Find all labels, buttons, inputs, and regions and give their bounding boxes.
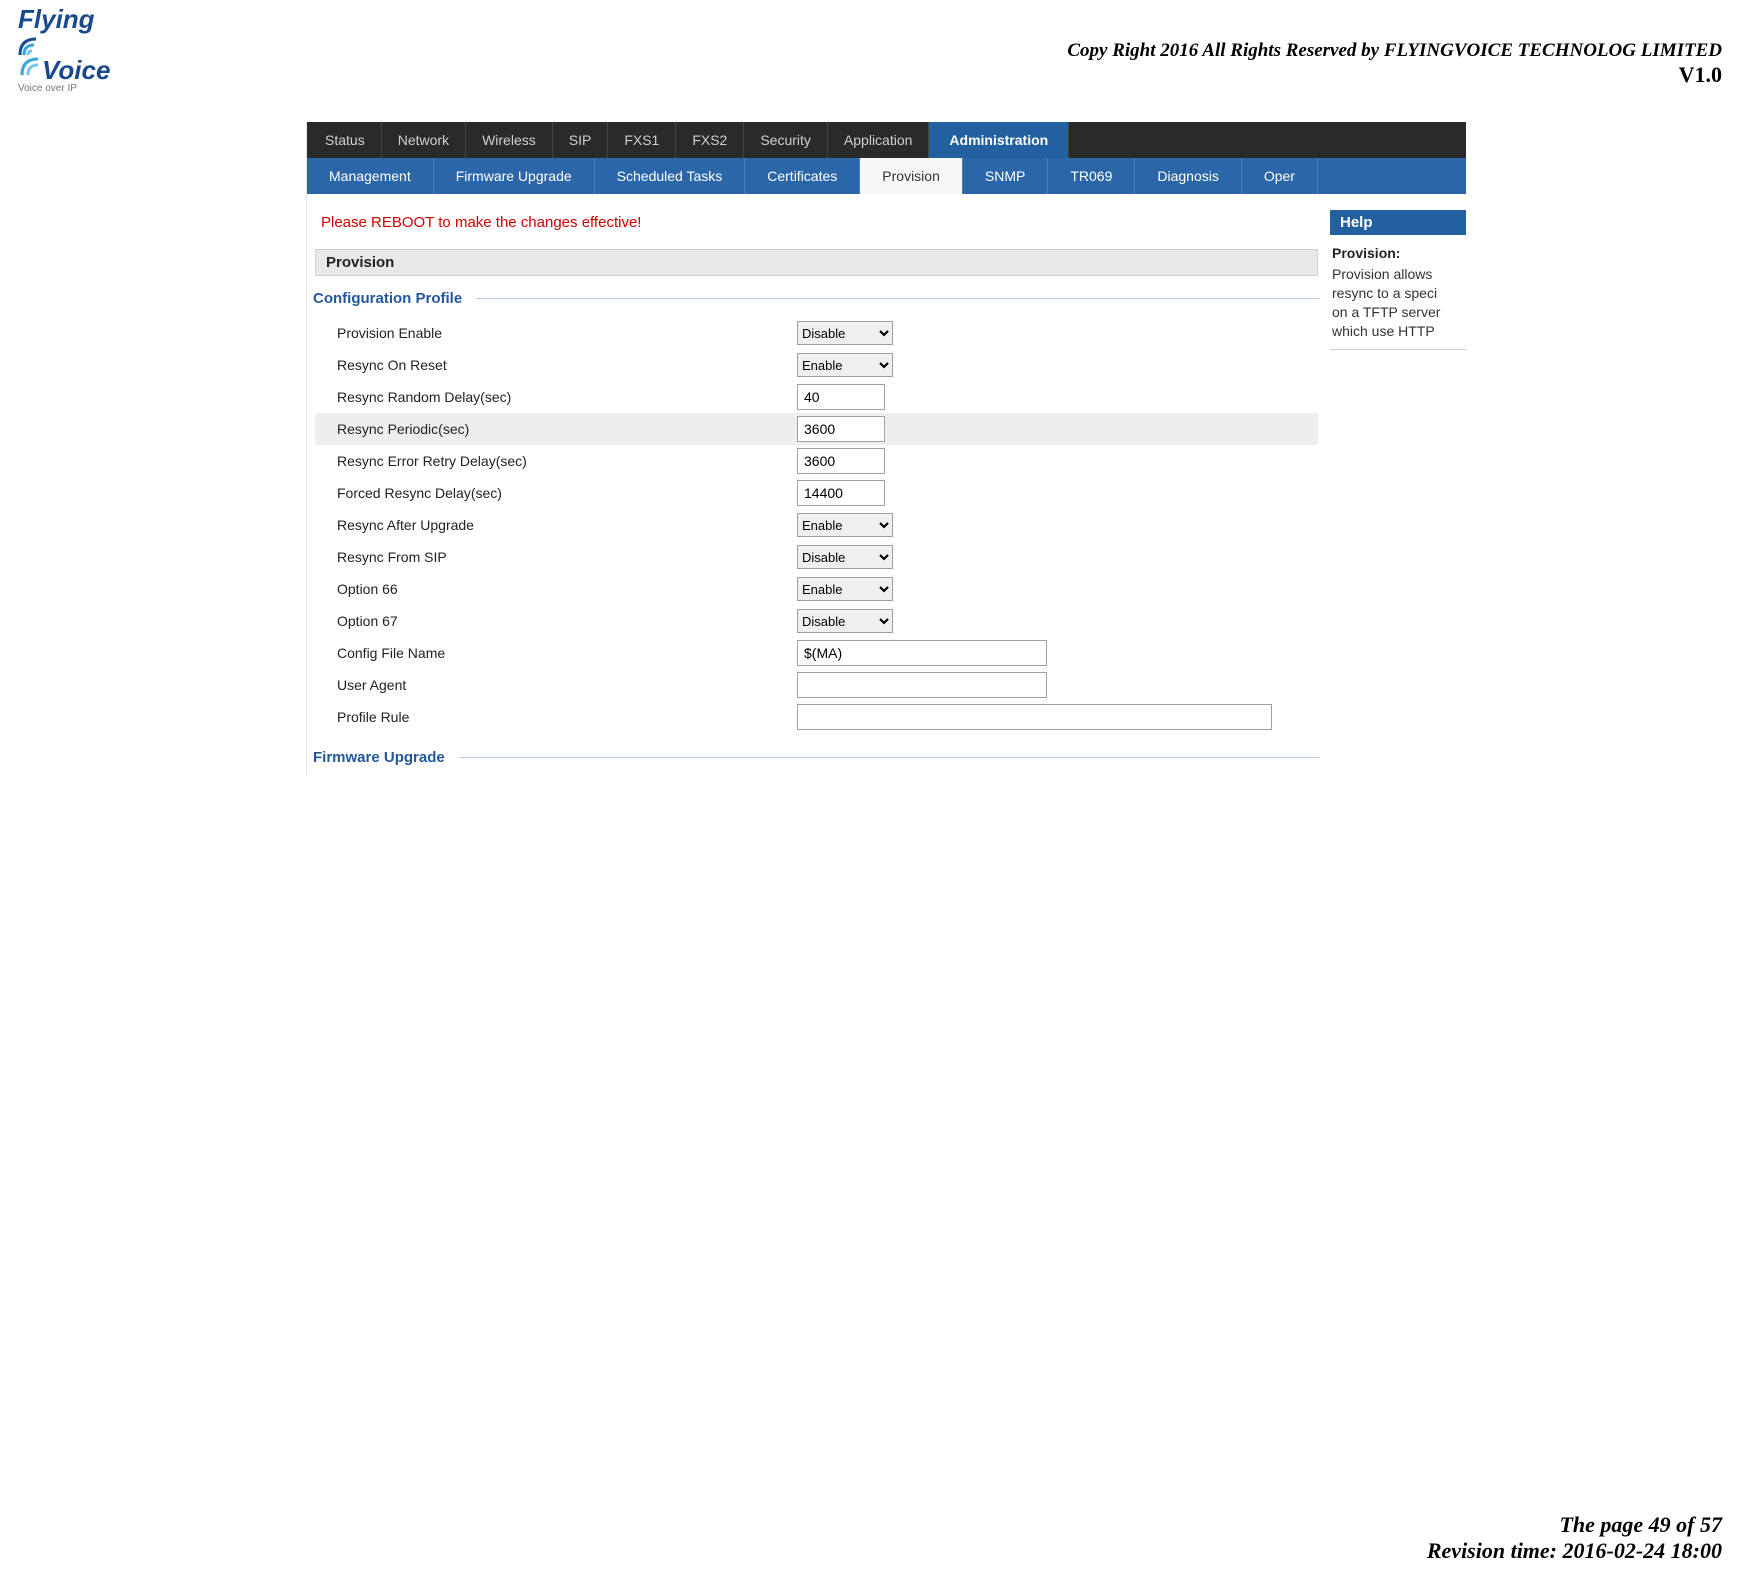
input-forced-resync-delay[interactable] xyxy=(797,480,885,506)
section-config-profile: Configuration Profile xyxy=(307,286,1326,317)
form-row-resync-random-delay: Resync Random Delay(sec) xyxy=(315,381,1318,413)
help-header: Help xyxy=(1330,210,1466,235)
sub-tab-certificates[interactable]: Certificates xyxy=(745,158,860,194)
select-resync-from-sip[interactable]: Disable xyxy=(797,545,893,569)
label-resync-periodic: Resync Periodic(sec) xyxy=(315,421,797,437)
form-row-forced-resync-delay: Forced Resync Delay(sec) xyxy=(315,477,1318,509)
sub-tab-snmp[interactable]: SNMP xyxy=(963,158,1048,194)
section-config-profile-label: Configuration Profile xyxy=(313,290,462,307)
page-footer: The page 49 of 57 Revision time: 2016-02… xyxy=(1427,1512,1722,1564)
logo-line2: Voice xyxy=(42,55,110,85)
help-text-line: on a TFTP server xyxy=(1330,303,1466,322)
label-option-67: Option 67 xyxy=(315,613,797,629)
top-tab-sip[interactable]: SIP xyxy=(553,122,609,158)
logo: Flying Voice Voice over IP xyxy=(18,8,118,94)
main-pane: Please REBOOT to make the changes effect… xyxy=(307,194,1326,776)
select-option-66[interactable]: Enable xyxy=(797,577,893,601)
form-rows: Provision EnableDisableResync On ResetEn… xyxy=(307,317,1326,743)
help-title: Provision: xyxy=(1330,245,1466,265)
sub-tab-oper[interactable]: Oper xyxy=(1242,158,1318,194)
form-row-user-agent: User Agent xyxy=(315,669,1318,701)
label-forced-resync-delay: Forced Resync Delay(sec) xyxy=(315,485,797,501)
copyright-text: Copy Right 2016 All Rights Reserved by F… xyxy=(1067,40,1722,62)
top-tab-status[interactable]: Status xyxy=(307,122,382,158)
top-tab-wireless[interactable]: Wireless xyxy=(466,122,553,158)
top-tab-fxs1[interactable]: FXS1 xyxy=(608,122,676,158)
signal-icon xyxy=(18,31,44,57)
help-pane: Help Provision: Provision allows resync … xyxy=(1326,194,1466,776)
sub-tab-tr069[interactable]: TR069 xyxy=(1048,158,1135,194)
page-header: Copy Right 2016 All Rights Reserved by F… xyxy=(1067,40,1722,88)
input-resync-random-delay[interactable] xyxy=(797,384,885,410)
form-row-provision-enable: Provision EnableDisable xyxy=(315,317,1318,349)
input-config-file-name[interactable] xyxy=(797,640,1047,666)
form-row-config-file-name: Config File Name xyxy=(315,637,1318,669)
label-resync-after-upgrade: Resync After Upgrade xyxy=(315,517,797,533)
form-row-resync-after-upgrade: Resync After UpgradeEnable xyxy=(315,509,1318,541)
reboot-message: Please REBOOT to make the changes effect… xyxy=(307,194,1326,243)
top-tab-security[interactable]: Security xyxy=(744,122,828,158)
top-tab-network[interactable]: Network xyxy=(382,122,466,158)
form-row-profile-rule: Profile Rule xyxy=(315,701,1318,733)
form-row-resync-on-reset: Resync On ResetEnable xyxy=(315,349,1318,381)
label-resync-random-delay: Resync Random Delay(sec) xyxy=(315,389,797,405)
page-number: The page 49 of 57 xyxy=(1427,1512,1722,1538)
select-provision-enable[interactable]: Disable xyxy=(797,321,893,345)
help-text-line: which use HTTP xyxy=(1330,322,1466,341)
sub-tab-scheduled-tasks[interactable]: Scheduled Tasks xyxy=(595,158,746,194)
label-resync-from-sip: Resync From SIP xyxy=(315,549,797,565)
top-nav: StatusNetworkWirelessSIPFXS1FXS2Security… xyxy=(307,122,1466,158)
label-profile-rule: Profile Rule xyxy=(315,709,797,725)
label-option-66: Option 66 xyxy=(315,581,797,597)
sub-tab-provision[interactable]: Provision xyxy=(860,158,963,194)
section-provision-bar: Provision xyxy=(315,249,1318,276)
top-tab-fxs2[interactable]: FXS2 xyxy=(676,122,744,158)
section-firmware-upgrade-label: Firmware Upgrade xyxy=(313,749,445,766)
sub-tab-firmware-upgrade[interactable]: Firmware Upgrade xyxy=(434,158,595,194)
label-config-file-name: Config File Name xyxy=(315,645,797,661)
section-firmware-upgrade: Firmware Upgrade xyxy=(307,743,1326,776)
help-text-line: Provision allows xyxy=(1330,265,1466,284)
help-text-line: resync to a speci xyxy=(1330,284,1466,303)
screenshot-panel: StatusNetworkWirelessSIPFXS1FXS2Security… xyxy=(306,122,1466,776)
divider xyxy=(476,298,1320,299)
top-tab-administration[interactable]: Administration xyxy=(929,122,1069,158)
select-option-67[interactable]: Disable xyxy=(797,609,893,633)
sub-tab-diagnosis[interactable]: Diagnosis xyxy=(1135,158,1241,194)
revision-time: Revision time: 2016-02-24 18:00 xyxy=(1427,1538,1722,1564)
form-row-resync-periodic: Resync Periodic(sec) xyxy=(315,413,1318,445)
label-user-agent: User Agent xyxy=(315,677,797,693)
top-tab-application[interactable]: Application xyxy=(828,122,930,158)
signal-icon xyxy=(18,57,40,82)
select-resync-after-upgrade[interactable]: Enable xyxy=(797,513,893,537)
select-resync-on-reset[interactable]: Enable xyxy=(797,353,893,377)
input-profile-rule[interactable] xyxy=(797,704,1272,730)
divider xyxy=(459,757,1320,758)
divider xyxy=(1330,349,1466,350)
logo-line1: Flying xyxy=(18,4,95,34)
input-resync-error-retry[interactable] xyxy=(797,448,885,474)
form-row-resync-from-sip: Resync From SIPDisable xyxy=(315,541,1318,573)
label-resync-on-reset: Resync On Reset xyxy=(315,357,797,373)
label-provision-enable: Provision Enable xyxy=(315,325,797,341)
sub-nav: ManagementFirmware UpgradeScheduled Task… xyxy=(307,158,1466,194)
version-text: V1.0 xyxy=(1067,62,1722,88)
input-user-agent[interactable] xyxy=(797,672,1047,698)
form-row-option-66: Option 66Enable xyxy=(315,573,1318,605)
content-area: Please REBOOT to make the changes effect… xyxy=(307,194,1466,776)
input-resync-periodic[interactable] xyxy=(797,416,885,442)
form-row-resync-error-retry: Resync Error Retry Delay(sec) xyxy=(315,445,1318,477)
sub-tab-management[interactable]: Management xyxy=(307,158,434,194)
form-row-option-67: Option 67Disable xyxy=(315,605,1318,637)
label-resync-error-retry: Resync Error Retry Delay(sec) xyxy=(315,453,797,469)
